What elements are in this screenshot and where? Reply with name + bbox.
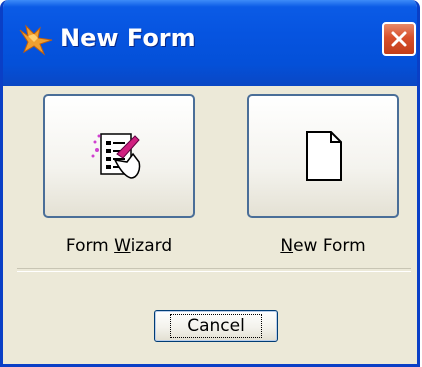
new-form-button[interactable] xyxy=(247,94,399,218)
label-text: ew Form xyxy=(293,236,366,256)
close-button[interactable] xyxy=(382,22,416,56)
window-title: New Form xyxy=(60,24,196,52)
new-form-label: New Form xyxy=(233,236,413,256)
blank-page-icon xyxy=(306,131,342,181)
dialog-body: Form Wizard New Form Cancel xyxy=(3,86,417,364)
fox-logo-icon xyxy=(19,24,53,56)
accelerator-key: W xyxy=(114,236,131,256)
form-wizard-button[interactable] xyxy=(43,94,195,218)
title-bar[interactable]: New Form xyxy=(3,0,417,86)
new-form-dialog: New Form Form Wizard New Form Cancel xyxy=(0,0,420,367)
form-wizard-icon xyxy=(91,133,141,179)
form-wizard-label: Form Wizard xyxy=(29,236,209,256)
separator xyxy=(17,268,411,272)
label-text: Form xyxy=(65,236,115,256)
close-icon xyxy=(391,31,407,47)
cancel-button[interactable]: Cancel xyxy=(154,310,278,342)
accelerator-key: N xyxy=(280,236,294,256)
cancel-label: Cancel xyxy=(170,314,262,338)
label-text: izard xyxy=(130,236,173,256)
